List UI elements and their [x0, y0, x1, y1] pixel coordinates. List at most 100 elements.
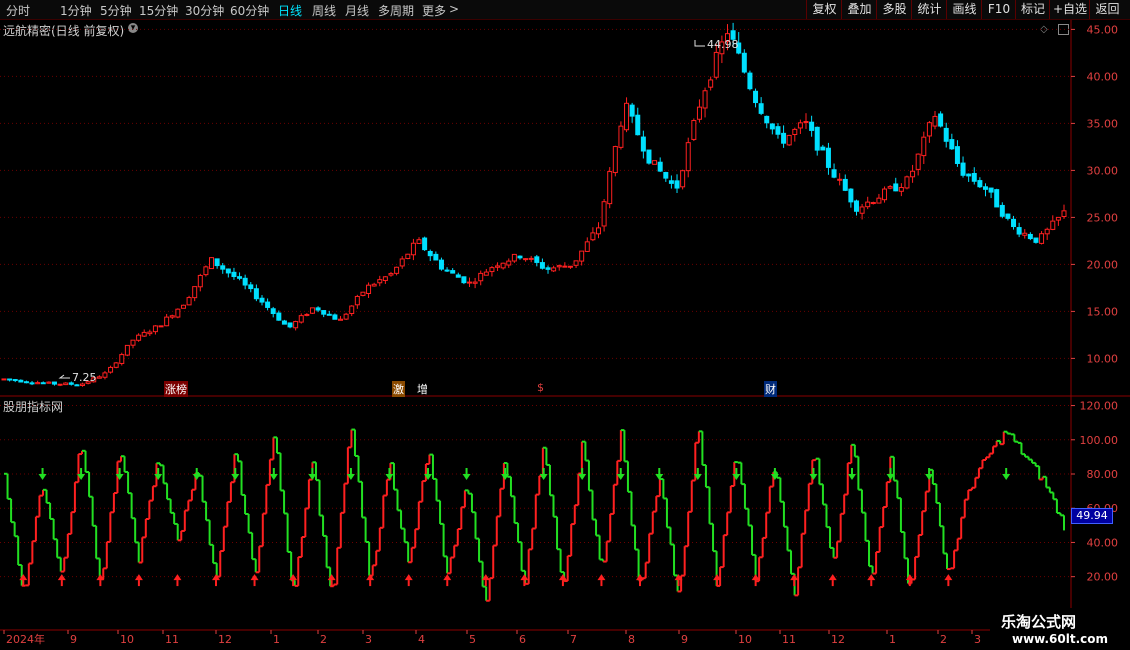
candle-body	[1061, 210, 1067, 217]
main-y-tick-label: 15.00	[1087, 305, 1119, 318]
candle-body	[489, 267, 495, 273]
main-y-tick-label: 25.00	[1087, 211, 1119, 224]
date-axis-label: 11	[782, 633, 796, 646]
date-axis-label: 9	[681, 633, 688, 646]
candle-body	[394, 266, 400, 274]
candle-body	[825, 147, 831, 168]
sell-arrow-icon	[539, 474, 548, 480]
candle-body	[601, 201, 607, 227]
date-axis-label: 10	[120, 633, 134, 646]
candle-body	[809, 121, 815, 131]
watermark-url: www.60lt.com	[1012, 632, 1109, 646]
candle-body	[309, 307, 315, 314]
candle-body	[988, 187, 994, 193]
candle-body	[764, 115, 770, 124]
candle-body	[949, 139, 955, 150]
candle-body	[338, 318, 344, 321]
candle-body	[113, 362, 119, 368]
candle-body	[551, 267, 557, 272]
candle-body	[422, 237, 428, 251]
candle-body	[837, 178, 843, 181]
candle-body	[377, 279, 383, 284]
candle-body	[175, 308, 181, 318]
candle-body	[287, 322, 293, 328]
candle-body	[276, 312, 282, 321]
event-marker-zeng[interactable]: 增	[416, 381, 429, 397]
date-axis-label: 9	[70, 633, 77, 646]
buy-arrow-icon	[250, 574, 259, 581]
candle-body	[298, 315, 304, 323]
candle-body	[304, 313, 310, 316]
candle-body	[713, 51, 719, 78]
candle-body	[248, 284, 254, 290]
candle-body	[23, 381, 29, 384]
candle-body	[281, 320, 287, 325]
candle-body	[781, 132, 787, 144]
candle-body	[982, 186, 988, 190]
candle-body	[197, 274, 203, 288]
date-axis-label: 8	[628, 633, 635, 646]
candle-body	[562, 265, 568, 268]
candle-body	[495, 265, 501, 268]
sell-arrow-icon	[1002, 474, 1011, 480]
kline-chart[interactable]: 10.00 15.00 20.00 25.00 30.00 35.00 40.00 45.00…	[0, 0, 1130, 650]
candle-body	[556, 265, 562, 268]
candle-body	[708, 79, 714, 88]
candle-body	[108, 366, 114, 373]
ind-y-tick-label: 120.00	[1080, 400, 1119, 413]
event-marker-ji[interactable]: 激	[392, 381, 405, 397]
date-axis-label: 4	[418, 633, 425, 646]
candle-body	[343, 313, 349, 320]
candle-body	[506, 260, 512, 266]
sell-arrow-icon	[38, 474, 47, 480]
event-marker-dollar[interactable]: $	[536, 381, 545, 394]
current-value-badge: 49.94	[1071, 508, 1113, 524]
candle-body	[646, 149, 652, 164]
candle-body	[954, 146, 960, 164]
event-marker-rank[interactable]: 涨榜	[164, 381, 188, 397]
candle-body	[427, 250, 433, 257]
sell-arrow-icon	[385, 474, 394, 480]
candle-body	[999, 204, 1005, 217]
candle-body	[467, 281, 473, 284]
candle-body	[483, 271, 489, 276]
candle-body	[741, 52, 747, 73]
candle-body	[1050, 220, 1056, 230]
candle-body	[1033, 237, 1039, 243]
candle-body	[579, 250, 585, 262]
candle-body	[410, 242, 416, 256]
candle-body	[455, 274, 461, 278]
candle-body	[668, 180, 674, 184]
candle-body	[231, 271, 237, 278]
event-marker-finance[interactable]: 财	[764, 381, 777, 397]
candle-body	[63, 382, 69, 386]
sell-arrow-icon	[231, 474, 240, 480]
candle-body	[887, 186, 893, 189]
candle-body	[814, 126, 820, 151]
candle-body	[214, 258, 220, 267]
sell-arrow-icon	[809, 474, 818, 480]
date-axis-label: 7	[570, 633, 577, 646]
date-axis-label: 2024年	[6, 632, 45, 646]
candle-body	[29, 382, 35, 385]
candle-body	[46, 381, 52, 384]
candle-body	[242, 277, 248, 286]
candle-body	[696, 106, 702, 120]
candle-body	[590, 232, 596, 241]
candle-body	[635, 114, 641, 136]
candle-body	[169, 315, 175, 318]
candle-body	[186, 297, 192, 306]
candle-body	[680, 170, 686, 188]
sell-arrow-icon	[269, 474, 278, 480]
candle-body	[612, 146, 618, 174]
candle-body	[1016, 227, 1022, 235]
candle-body	[758, 103, 764, 114]
candle-body	[932, 115, 938, 127]
candle-body	[971, 172, 977, 182]
candle-body	[18, 379, 24, 383]
candle-body	[164, 316, 170, 327]
candle-body	[960, 162, 966, 176]
sell-arrow-icon	[154, 474, 163, 480]
candle-body	[500, 262, 506, 269]
date-axis-label: 1	[273, 633, 280, 646]
